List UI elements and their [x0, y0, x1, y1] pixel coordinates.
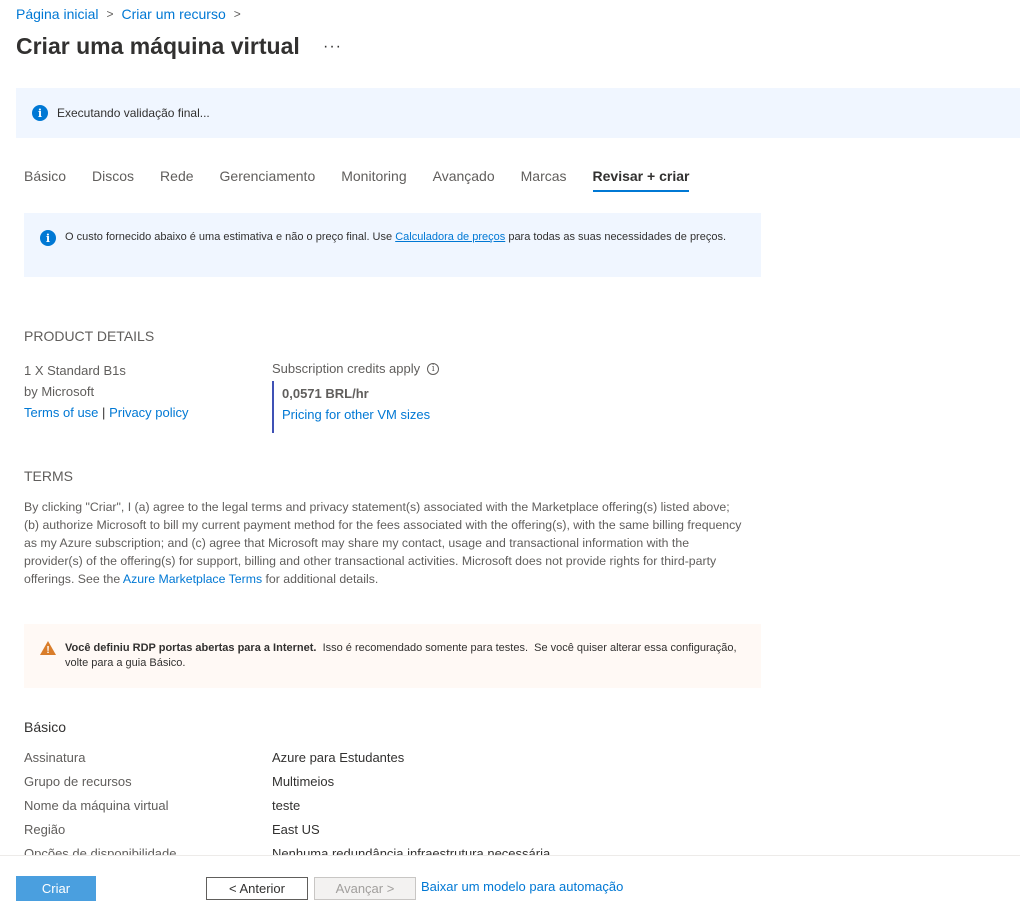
- next-button: Avançar >: [314, 877, 416, 900]
- product-details-heading: PRODUCT DETAILS: [24, 328, 155, 344]
- marketplace-terms-link[interactable]: Azure Marketplace Terms: [123, 572, 262, 586]
- create-button[interactable]: Criar: [16, 876, 96, 901]
- credits-label: Subscription credits apply i: [272, 361, 440, 376]
- price-calculator-link[interactable]: Calculadora de preços: [395, 231, 505, 243]
- download-template-link[interactable]: Baixar um modelo para automação: [421, 879, 623, 894]
- action-footer: Criar < Anterior Avançar > Baixar um mod…: [0, 855, 1020, 912]
- terms-of-use-link[interactable]: Terms of use: [24, 405, 98, 420]
- product-summary: 1 X Standard B1s by Microsoft Terms of u…: [24, 360, 189, 423]
- tab-avancado[interactable]: Avançado: [433, 168, 495, 192]
- terms-text: By clicking "Criar", I (a) agree to the …: [24, 498, 744, 588]
- value-assinatura: Azure para Estudantes: [272, 750, 405, 765]
- warning-text: Você definiu RDP portas abertas para a I…: [65, 641, 745, 688]
- terms-heading: TERMS: [24, 468, 73, 484]
- tab-bar: Básico Discos Rede Gerenciamento Monitor…: [24, 168, 715, 192]
- warning-bold-text: Você definiu RDP portas abertas para a I…: [65, 642, 317, 654]
- validation-banner: i Executando validação final...: [16, 88, 1020, 138]
- cost-notice-banner: i O custo fornecido abaixo é uma estimat…: [24, 213, 761, 277]
- credits-text: Subscription credits apply: [272, 361, 421, 376]
- cost-notice-text-end: para todas as suas necessidades de preço…: [505, 231, 727, 243]
- chevron-right-icon: >: [106, 7, 114, 21]
- cost-notice-text-start: O custo fornecido abaixo é uma estimativ…: [65, 231, 396, 243]
- product-sku: 1 X Standard B1s: [24, 363, 126, 378]
- rdp-warning-banner: ! Você definiu RDP portas abertas para a…: [24, 624, 761, 688]
- tab-monitoring[interactable]: Monitoring: [341, 168, 406, 192]
- price-value: 0,0571 BRL/hr: [282, 386, 369, 401]
- info-icon: i: [40, 230, 56, 246]
- cost-notice-text: O custo fornecido abaixo é uma estimativ…: [65, 230, 726, 277]
- previous-button[interactable]: < Anterior: [206, 877, 308, 900]
- tab-rede[interactable]: Rede: [160, 168, 193, 192]
- label-nome-vm: Nome da máquina virtual: [24, 798, 169, 813]
- breadcrumb-home-link[interactable]: Página inicial: [16, 6, 99, 22]
- pricing-other-sizes-link[interactable]: Pricing for other VM sizes: [282, 407, 430, 422]
- tab-discos[interactable]: Discos: [92, 168, 134, 192]
- privacy-policy-link[interactable]: Privacy policy: [109, 405, 188, 420]
- more-options-button[interactable]: ···: [323, 38, 342, 56]
- terms-text-end: for additional details.: [262, 572, 379, 586]
- value-grupo-recursos: Multimeios: [272, 774, 335, 789]
- link-divider: |: [102, 405, 106, 420]
- breadcrumb-create-link[interactable]: Criar um recurso: [122, 6, 226, 22]
- warning-icon: !: [40, 641, 56, 656]
- product-publisher: by Microsoft: [24, 384, 95, 399]
- basics-heading: Básico: [24, 719, 67, 735]
- tab-basico[interactable]: Básico: [24, 168, 66, 192]
- label-assinatura: Assinatura: [24, 750, 86, 765]
- page-title: Criar uma máquina virtual: [16, 33, 300, 59]
- info-icon[interactable]: i: [427, 362, 440, 375]
- value-regiao: East US: [272, 822, 320, 837]
- label-regiao: Região: [24, 822, 66, 837]
- chevron-right-icon: >: [233, 7, 241, 21]
- product-links: Terms of use | Privacy policy: [24, 402, 189, 423]
- info-icon: i: [32, 105, 48, 121]
- validation-text: Executando validação final...: [57, 106, 210, 120]
- tab-revisar-criar[interactable]: Revisar + criar: [592, 168, 689, 192]
- breadcrumb: Página inicial > Criar um recurso >: [16, 6, 249, 22]
- price-box: 0,0571 BRL/hr Pricing for other VM sizes: [272, 381, 430, 433]
- tab-gerenciamento[interactable]: Gerenciamento: [220, 168, 316, 192]
- value-nome-vm: teste: [272, 798, 301, 813]
- tab-marcas[interactable]: Marcas: [521, 168, 567, 192]
- label-grupo-recursos: Grupo de recursos: [24, 774, 132, 789]
